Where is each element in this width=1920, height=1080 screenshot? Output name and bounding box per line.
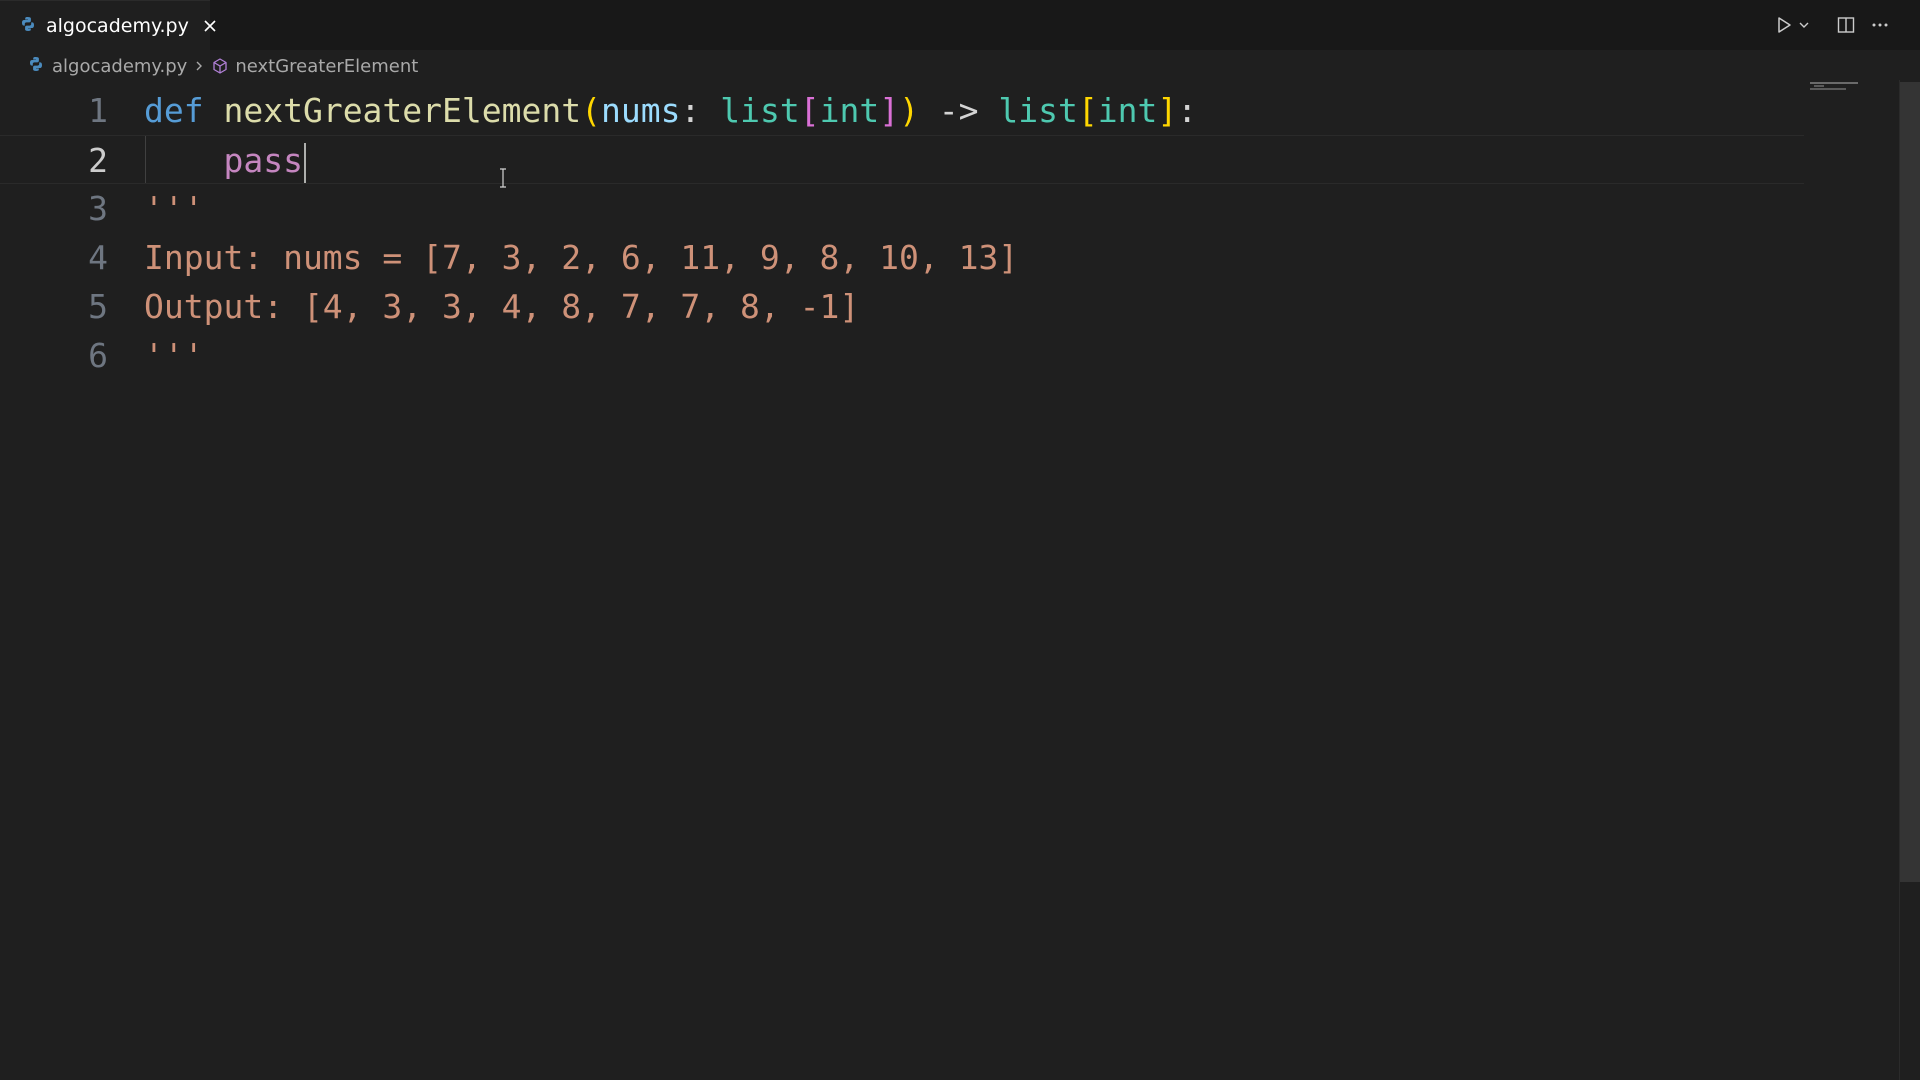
line-number: 1 <box>88 91 108 130</box>
code-token: list <box>720 91 800 130</box>
breadcrumb-file[interactable]: algocademy.py <box>52 56 187 77</box>
code-text: def nextGreaterElement(nums: list[int]) … <box>144 86 1197 135</box>
chevron-right-icon <box>193 60 205 72</box>
split-editor-icon[interactable] <box>1836 12 1856 38</box>
scrollbar-thumb[interactable] <box>1900 82 1920 882</box>
code-line[interactable]: 6 ''' <box>0 331 1804 380</box>
code-token: ] <box>1157 91 1178 130</box>
code-token: ''' <box>144 189 204 228</box>
code-line[interactable]: 4 Input: nums = [7, 3, 2, 6, 11, 9, 8, 10… <box>0 233 1804 282</box>
minimap[interactable] <box>1810 80 1866 96</box>
python-file-icon <box>20 16 36 36</box>
breadcrumb: algocademy.py nextGreaterElement <box>28 52 418 80</box>
breadcrumb-symbol[interactable]: nextGreaterElement <box>235 56 418 77</box>
line-number: 6 <box>88 336 108 375</box>
line-number: 2 <box>88 141 108 180</box>
code-token: Output: [4, 3, 3, 4, 8, 7, 7, 8, -1] <box>144 287 860 326</box>
close-icon[interactable] <box>203 15 217 37</box>
code-line[interactable]: 2 pass <box>0 135 1804 184</box>
chevron-down-icon[interactable] <box>1798 12 1810 38</box>
code-token: list <box>998 91 1078 130</box>
editor-actions <box>1774 12 1890 38</box>
code-line[interactable]: 3 ''' <box>0 184 1804 233</box>
editor-tab-algocademy[interactable]: algocademy.py <box>0 0 216 50</box>
code-editor[interactable]: 1 def nextGreaterElement(nums: list[int])… <box>0 86 1900 1080</box>
text-cursor <box>303 142 306 183</box>
line-number: 3 <box>88 189 108 228</box>
tab-bar: algocademy.py <box>0 0 1920 50</box>
code-token: [ <box>1077 91 1098 130</box>
tab-label: algocademy.py <box>46 14 189 37</box>
play-icon[interactable] <box>1774 12 1794 38</box>
code-text: ''' <box>144 331 204 380</box>
code-token: Input: nums = [7, 3, 2, 6, 11, 9, 8, 10,… <box>144 238 1019 277</box>
line-number: 4 <box>88 238 108 277</box>
code-token: def <box>144 91 204 130</box>
code-token: pass <box>223 141 303 180</box>
line-number: 5 <box>88 287 108 326</box>
code-token: [ <box>799 91 820 130</box>
code-line[interactable]: 1 def nextGreaterElement(nums: list[int])… <box>0 86 1804 135</box>
code-line[interactable]: 5 Output: [4, 3, 3, 4, 8, 7, 7, 8, -1] <box>0 282 1804 331</box>
code-token: nextGreaterElement <box>223 91 582 130</box>
code-token: : <box>1177 91 1198 130</box>
code-token: ] <box>879 91 900 130</box>
code-token: int <box>819 91 880 130</box>
code-text: pass <box>144 136 306 185</box>
python-file-icon <box>28 56 44 77</box>
method-cube-icon <box>211 57 229 75</box>
code-token: -> <box>918 91 999 130</box>
mouse-ibeam-cursor <box>498 168 508 188</box>
code-token: int <box>1097 91 1158 130</box>
code-text: Output: [4, 3, 3, 4, 8, 7, 7, 8, -1] <box>144 282 859 331</box>
code-text: Input: nums = [7, 3, 2, 6, 11, 9, 8, 10,… <box>144 233 1018 282</box>
code-token: ''' <box>144 336 204 375</box>
code-text: ''' <box>144 184 204 233</box>
code-token: nums <box>600 91 681 130</box>
code-token: ) <box>899 91 919 130</box>
code-token: ( <box>581 91 601 130</box>
code-token: : <box>680 91 721 130</box>
more-actions-icon[interactable] <box>1870 12 1890 38</box>
